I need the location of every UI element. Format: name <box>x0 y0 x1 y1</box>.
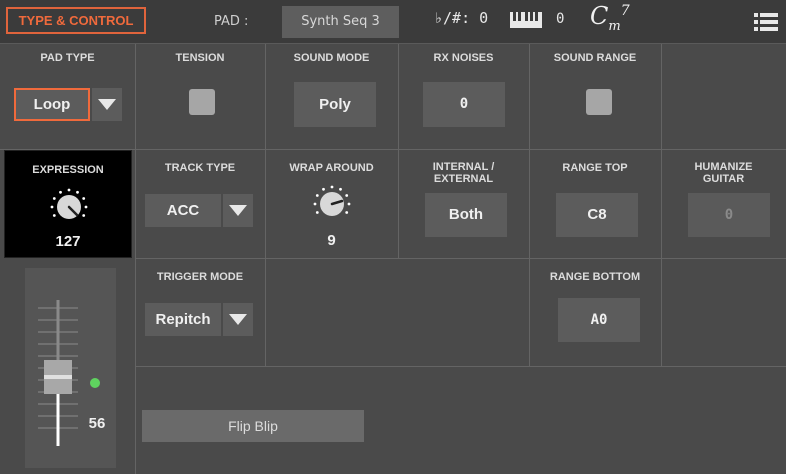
expression-panel[interactable]: EXPRESSION 127 <box>4 150 132 258</box>
chevron-down-icon[interactable] <box>223 194 253 227</box>
chevron-down-icon[interactable] <box>223 303 253 336</box>
wrap-around-label: WRAP AROUND <box>289 162 374 174</box>
flip-blip-button[interactable]: Flip Blip <box>142 410 364 442</box>
trigger-mode-dropdown[interactable]: Repitch <box>145 303 253 336</box>
range-top-label: RANGE TOP <box>562 162 628 174</box>
chord-root: C <box>590 2 609 30</box>
track-type-value: ACC <box>145 194 221 227</box>
range-bottom-label: RANGE BOTTOM <box>549 271 641 283</box>
wrap-around-value: 9 <box>327 232 336 249</box>
menu-icon[interactable] <box>754 12 778 32</box>
grid-divider <box>135 258 786 259</box>
sound-mode-label: SOUND MODE <box>293 52 370 64</box>
knob-icon[interactable] <box>49 187 89 227</box>
internal-external-value[interactable]: Both <box>425 193 507 237</box>
chord-quality: m <box>608 18 621 34</box>
sound-range-checkbox[interactable] <box>586 89 612 115</box>
pad-label: PAD : <box>214 14 249 29</box>
sound-mode-value[interactable]: Poly <box>294 82 376 127</box>
range-bottom-value[interactable]: A0 <box>558 298 640 342</box>
rx-noises-value[interactable]: 0 <box>423 82 505 127</box>
track-type-label: TRACK TYPE <box>164 162 236 174</box>
fader-icon[interactable] <box>38 298 78 448</box>
grid-divider <box>135 366 786 367</box>
pad-type-dropdown[interactable]: Loop <box>14 88 122 121</box>
pad-type-value: Loop <box>14 88 90 121</box>
chord-extension: 7 <box>620 3 630 19</box>
grid-divider <box>135 44 136 474</box>
trigger-mode-label: TRIGGER MODE <box>156 271 244 283</box>
humanize-guitar-label-line2: GUITAR <box>702 173 745 185</box>
pad-type-label: PAD TYPE <box>40 52 95 64</box>
rx-noises-label: RX NOISES <box>433 52 494 64</box>
chord-readout: Cm7 <box>590 2 630 34</box>
humanize-guitar-value: 0 <box>688 193 770 237</box>
keyboard-icon <box>510 12 542 28</box>
grid-divider <box>529 44 530 366</box>
humanize-guitar-label: HUMANIZE GUITAR <box>661 161 786 185</box>
fader-value: 56 <box>88 415 106 432</box>
internal-external-label-line2: EXTERNAL <box>433 173 494 185</box>
fader-led <box>90 378 100 388</box>
internal-external-label-line1: INTERNAL / <box>432 161 495 173</box>
tab-type-control[interactable]: TYPE & CONTROL <box>6 7 146 34</box>
humanize-guitar-label-line1: HUMANIZE <box>694 161 753 173</box>
track-type-dropdown[interactable]: ACC <box>145 194 253 227</box>
octave-readout: 0 <box>556 11 565 27</box>
expression-label: EXPRESSION <box>32 164 104 176</box>
sound-range-label: SOUND RANGE <box>553 52 637 64</box>
tension-label: TENSION <box>175 52 225 64</box>
tension-checkbox[interactable] <box>189 89 215 115</box>
transpose-readout: ♭/#: 0 <box>434 9 489 27</box>
range-top-value[interactable]: C8 <box>556 193 638 237</box>
header-bar: TYPE & CONTROL PAD : Synth Seq 3 ♭/#: 0 … <box>0 0 786 44</box>
internal-external-label: INTERNAL / EXTERNAL <box>398 161 529 185</box>
expression-value: 127 <box>55 233 81 250</box>
grid-divider <box>661 44 662 366</box>
grid-divider <box>265 44 266 366</box>
trigger-mode-value: Repitch <box>145 303 221 336</box>
knob-icon[interactable] <box>312 184 352 224</box>
pad-selector[interactable]: Synth Seq 3 <box>282 6 399 38</box>
chevron-down-icon[interactable] <box>92 88 122 121</box>
